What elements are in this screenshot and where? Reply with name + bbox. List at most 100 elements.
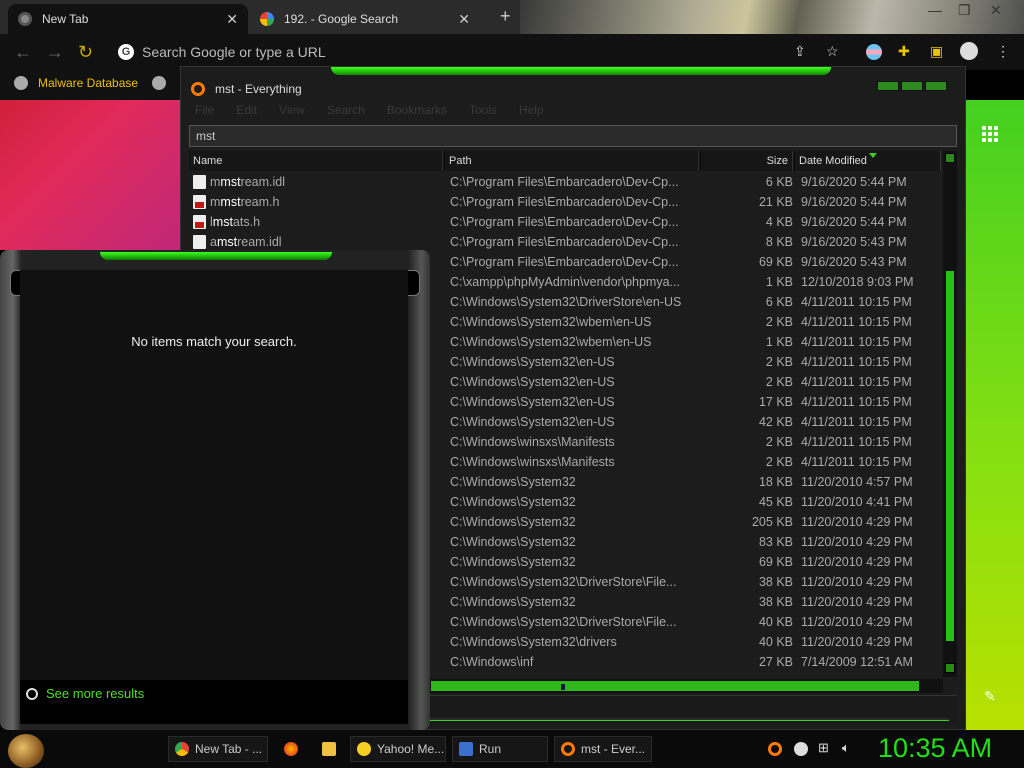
start-button[interactable] xyxy=(8,734,44,768)
cell-date: 4/11/2011 10:15 PM xyxy=(801,375,912,389)
cell-path: C:\Program Files\Embarcadero\Dev-Cp... xyxy=(450,215,679,229)
extensions-icon[interactable]: ✚ xyxy=(898,43,910,60)
cell-size: 205 KB xyxy=(751,515,793,529)
cell-date: 11/20/2010 4:29 PM xyxy=(801,535,913,549)
scroll-down-button[interactable] xyxy=(945,663,955,673)
browser-tab-bar: New Tab ✕ 192. - Google Search ✕ + — ❐ ✕ xyxy=(0,0,1024,34)
cell-size: 21 KB xyxy=(758,195,793,209)
menu-file[interactable]: File xyxy=(195,103,214,121)
cell-date: 11/20/2010 4:29 PM xyxy=(801,555,913,569)
volume-icon[interactable]: 🔈︎ xyxy=(842,740,856,755)
taskbar-label: Yahoo! Me... xyxy=(377,742,445,756)
chrome-icon xyxy=(18,12,32,26)
taskbar-label: Run xyxy=(479,742,502,756)
google-icon xyxy=(260,12,274,26)
menu-bookmarks[interactable]: Bookmarks xyxy=(387,103,447,121)
menu-help[interactable]: Help xyxy=(519,103,544,121)
table-row[interactable]: lmstats.h C:\Program Files\Embarcadero\De… xyxy=(189,213,941,233)
column-name[interactable]: Name xyxy=(189,151,443,171)
see-more-results-link[interactable]: See more results xyxy=(26,686,144,701)
column-date-modified[interactable]: Date Modified xyxy=(795,151,941,171)
window-glow xyxy=(331,67,831,75)
column-path[interactable]: Path xyxy=(445,151,699,171)
search-input[interactable]: mst xyxy=(189,125,957,147)
scroll-up-button[interactable] xyxy=(945,153,955,163)
cell-size: 17 KB xyxy=(758,395,793,409)
forward-icon[interactable]: → xyxy=(46,42,64,63)
cell-size: 27 KB xyxy=(758,655,793,669)
taskbar-firefox[interactable] xyxy=(278,736,304,762)
omnibox[interactable]: G Search Google or type a URL xyxy=(110,39,850,65)
menu-icon[interactable]: ⋮ xyxy=(996,43,1010,60)
cell-path: C:\Windows\System32 xyxy=(450,555,576,569)
status-tray-icon[interactable] xyxy=(794,742,808,756)
profile-flag-icon[interactable] xyxy=(866,44,882,60)
menu-edit[interactable]: Edit xyxy=(236,103,257,121)
close-icon[interactable]: ✕ xyxy=(226,11,238,28)
scroll-thumb[interactable] xyxy=(431,681,919,691)
menu-view[interactable]: View xyxy=(279,103,305,121)
taskbar-label: mst - Ever... xyxy=(581,742,646,756)
cell-date: 11/20/2010 4:29 PM xyxy=(801,595,913,609)
restore-icon[interactable]: ❐ xyxy=(958,2,971,19)
avatar[interactable] xyxy=(960,42,978,60)
google-icon: G xyxy=(118,44,134,60)
scroll-thumb[interactable] xyxy=(946,271,954,641)
search-popup: No items match your search. See more res… xyxy=(0,250,430,730)
table-row[interactable]: mmstream.idl C:\Program Files\Embarcadero… xyxy=(189,173,941,193)
cell-size: 83 KB xyxy=(758,535,793,549)
taskbar-yahoo[interactable]: Yahoo! Me... xyxy=(350,736,446,762)
horizontal-scrollbar[interactable] xyxy=(429,679,943,693)
chrome-icon xyxy=(175,742,189,756)
menu-bar: File Edit View Search Bookmarks Tools He… xyxy=(189,103,957,121)
taskbar-run[interactable]: Run xyxy=(452,736,548,762)
tab-new-tab[interactable]: New Tab ✕ xyxy=(8,4,248,34)
menu-tools[interactable]: Tools xyxy=(469,103,497,121)
minimize-icon[interactable]: — xyxy=(928,2,942,18)
tab-google-search[interactable]: 192. - Google Search ✕ xyxy=(250,4,480,34)
vertical-scrollbar[interactable] xyxy=(943,151,957,677)
taskbar-chrome[interactable]: New Tab - ... xyxy=(168,736,268,762)
close-window-icon[interactable]: ✕ xyxy=(990,2,1002,19)
side-panel-icon[interactable]: ▣ xyxy=(930,43,943,60)
cell-size: 2 KB xyxy=(765,355,793,369)
clock[interactable]: 10:35 AM xyxy=(878,733,992,764)
everything-tray-icon[interactable] xyxy=(768,742,782,756)
minimize-button[interactable] xyxy=(877,81,899,91)
globe-icon xyxy=(14,76,28,90)
bookmark-malware-database[interactable]: Malware Database xyxy=(14,76,138,90)
cell-path: C:\Windows\System32\DriverStore\File... xyxy=(450,575,677,589)
cell-path: C:\Windows\System32\drivers xyxy=(450,635,617,649)
cell-size: 6 KB xyxy=(765,175,793,189)
apps-grid-icon[interactable] xyxy=(982,126,998,142)
globe-icon[interactable] xyxy=(152,76,166,90)
taskbar-explorer[interactable] xyxy=(316,736,342,762)
new-tab-background xyxy=(0,100,180,250)
new-tab-icon[interactable]: + xyxy=(500,6,511,27)
cell-date: 11/20/2010 4:29 PM xyxy=(801,515,913,529)
everything-titlebar[interactable]: mst - Everything xyxy=(181,75,965,103)
close-icon[interactable]: ✕ xyxy=(458,11,470,28)
close-button[interactable] xyxy=(925,81,947,91)
search-icon xyxy=(26,687,38,700)
reload-icon[interactable]: ↻ xyxy=(78,42,93,63)
menu-search[interactable]: Search xyxy=(327,103,365,121)
cell-date: 4/11/2011 10:15 PM xyxy=(801,295,912,309)
everything-icon xyxy=(561,742,575,756)
customize-pencil-icon[interactable]: ✎ xyxy=(984,688,996,705)
header-file-icon xyxy=(193,215,206,229)
taskbar-everything[interactable]: mst - Ever... xyxy=(554,736,652,762)
share-icon[interactable]: ⇪ xyxy=(794,43,806,60)
cell-size: 1 KB xyxy=(765,335,793,349)
cell-date: 4/11/2011 10:15 PM xyxy=(801,315,912,329)
cell-size: 40 KB xyxy=(758,615,793,629)
back-icon[interactable]: ← xyxy=(14,42,32,63)
column-size[interactable]: Size xyxy=(701,151,793,171)
maximize-button[interactable] xyxy=(901,81,923,91)
table-row[interactable]: mmstream.h C:\Program Files\Embarcadero\D… xyxy=(189,193,941,213)
omnibox-placeholder: Search Google or type a URL xyxy=(142,44,326,60)
cell-size: 8 KB xyxy=(765,235,793,249)
cell-date: 4/11/2011 10:15 PM xyxy=(801,415,912,429)
network-icon[interactable]: ⊞ xyxy=(818,740,832,755)
bookmark-star-icon[interactable]: ☆ xyxy=(826,43,839,60)
